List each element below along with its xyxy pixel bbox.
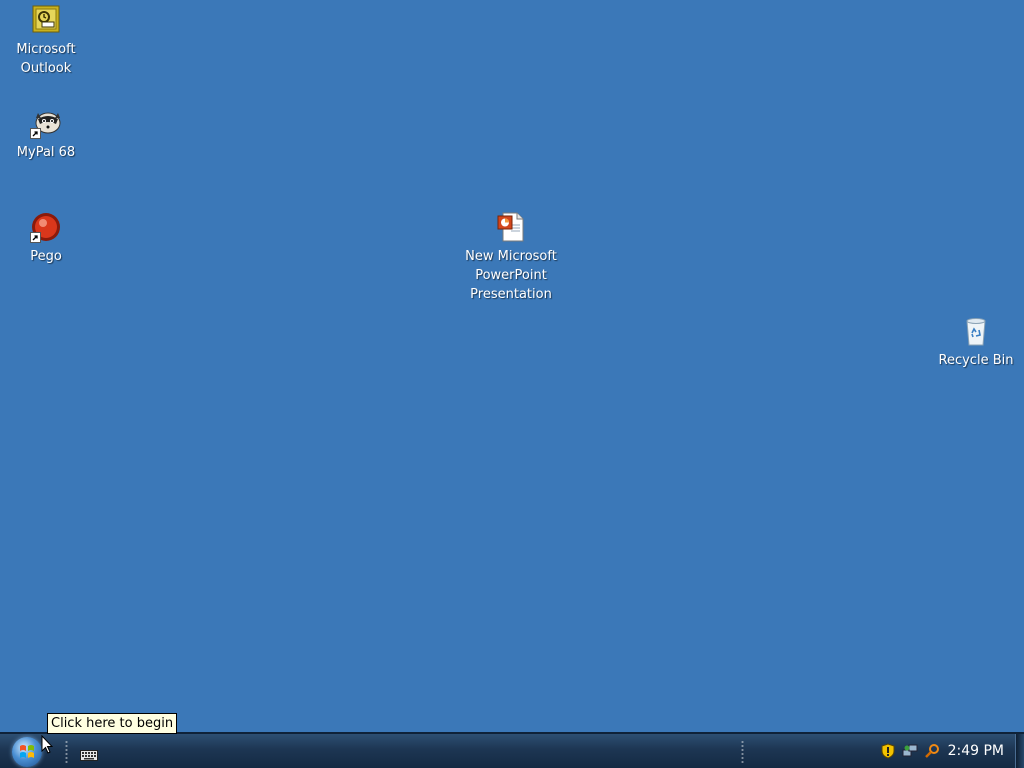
desktop-icon-label: Pego	[30, 249, 62, 264]
desktop[interactable]: Microsoft Outlook MyPal 68 Pego New Micr…	[0, 0, 1024, 732]
keyboard-icon[interactable]	[80, 746, 98, 761]
quick-launch-grip[interactable]	[65, 740, 68, 764]
taskbar: 2:49 PM	[0, 732, 1024, 768]
shortcut-arrow-icon	[30, 128, 41, 139]
start-button-tooltip: Click here to begin	[47, 713, 178, 734]
search-magnifier-icon[interactable]	[924, 743, 940, 759]
pego-icon	[30, 211, 62, 243]
show-desktop-button[interactable]	[1015, 734, 1024, 768]
desktop-icon-pego[interactable]: Pego	[0, 211, 94, 266]
desktop-icon-recycle-bin[interactable]: Recycle Bin	[928, 315, 1024, 370]
powerpoint-file-icon	[495, 211, 527, 243]
desktop-icon-outlook[interactable]: Microsoft Outlook	[0, 4, 94, 78]
taskbar-clock[interactable]: 2:49 PM	[948, 743, 1004, 759]
desktop-icon-label: MyPal 68	[16, 145, 76, 160]
mypal-icon	[30, 107, 62, 139]
shortcut-arrow-icon	[30, 232, 41, 243]
mouse-cursor-icon	[41, 734, 54, 754]
network-icon[interactable]	[902, 743, 918, 759]
desktop-icon-label: Recycle Bin	[938, 353, 1014, 368]
desktop-icon-label: New Microsoft PowerPoint Presentation	[465, 249, 557, 302]
recycle-bin-icon	[960, 315, 992, 347]
start-button[interactable]	[12, 737, 42, 767]
taskbar-grip[interactable]	[741, 740, 744, 764]
system-tray: 2:49 PM	[864, 734, 1024, 768]
security-shield-icon[interactable]	[880, 743, 896, 759]
desktop-icon-label: Microsoft Outlook	[16, 42, 76, 76]
start-orb-icon	[20, 745, 34, 758]
desktop-icon-powerpoint-presentation[interactable]: New Microsoft PowerPoint Presentation	[463, 211, 559, 304]
desktop-icon-mypal[interactable]: MyPal 68	[0, 107, 94, 162]
outlook-icon	[30, 4, 62, 36]
